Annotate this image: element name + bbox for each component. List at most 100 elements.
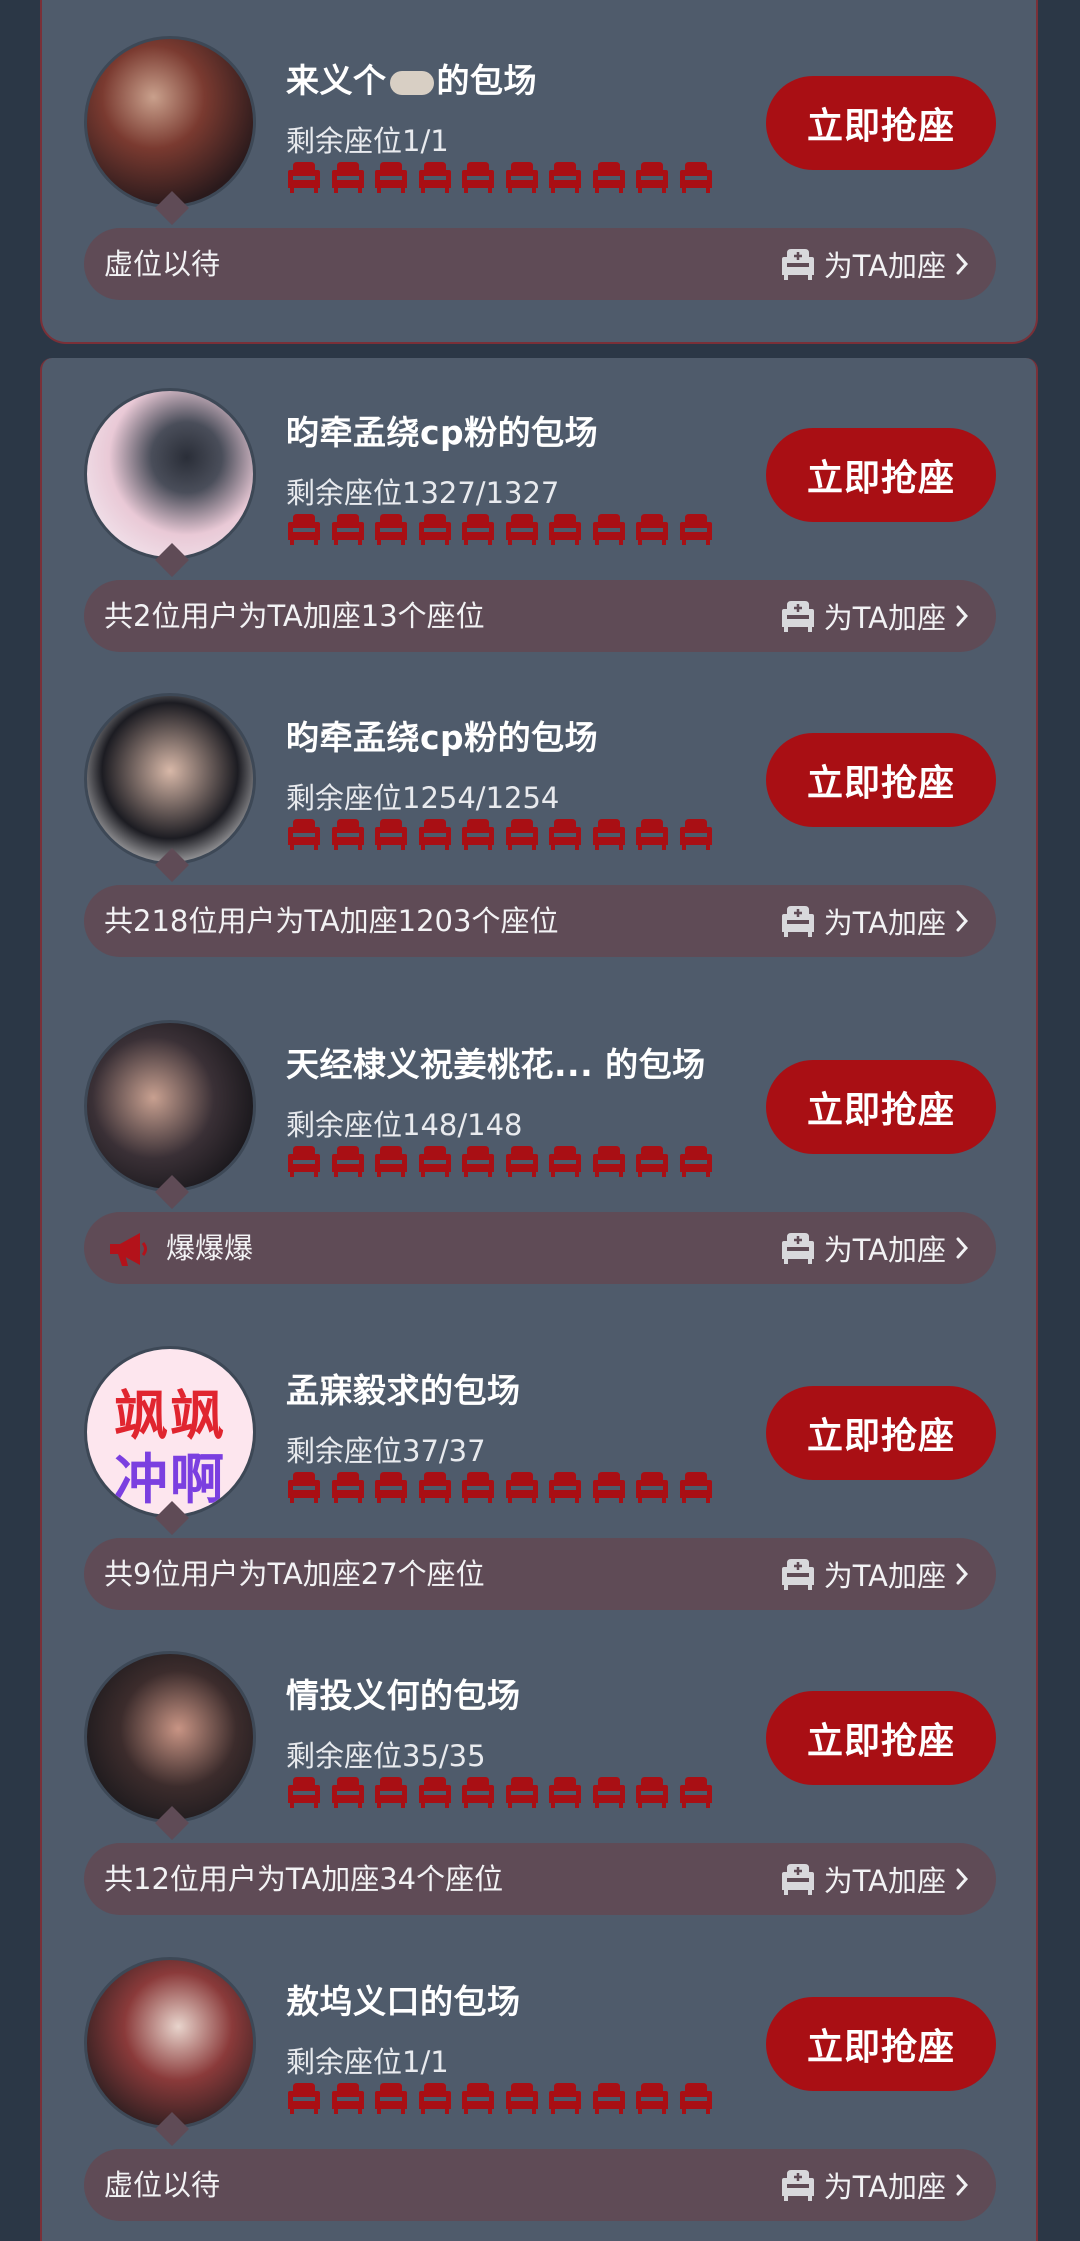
seat-row <box>286 1144 714 1180</box>
sofa-plus-icon <box>781 906 814 937</box>
dumpling-emoji-icon <box>389 70 434 95</box>
avatar[interactable]: 飒飒 冲啊 <box>84 1346 256 1518</box>
bar-text: 共218位用户为TA加座1203个座位 <box>104 904 559 938</box>
bar-text: 虚位以待 <box>104 247 221 281</box>
seat-icon <box>373 1470 409 1504</box>
add-seat-label: 为TA加座 <box>823 249 946 283</box>
remaining-seats: 剩余座位1/1 <box>286 2045 449 2079</box>
grab-seat-button[interactable]: 立即抢座 <box>766 1691 996 1785</box>
grab-seat-button[interactable]: 立即抢座 <box>766 1386 996 1480</box>
seat-icon <box>547 1470 583 1504</box>
seat-icon <box>286 160 322 194</box>
add-seat-button[interactable]: 为TA加座 <box>780 580 970 652</box>
info-bar[interactable]: 共9位用户为TA加座27个座位 为TA加座 <box>84 1538 996 1610</box>
sofa-plus-icon <box>781 1233 814 1264</box>
seat-icon <box>373 160 409 194</box>
room-title: 昀牵孟绕cp粉的包场 <box>286 718 599 757</box>
room-title: 孟寐毅求的包场 <box>286 1371 521 1410</box>
avatar[interactable] <box>84 1651 256 1823</box>
seat-icon <box>591 160 627 194</box>
avatar[interactable] <box>84 388 256 560</box>
info-bar[interactable]: 共2位用户为TA加座13个座位 为TA加座 <box>84 580 996 652</box>
add-seat-button[interactable]: 为TA加座 <box>780 228 970 300</box>
seat-icon <box>417 1470 453 1504</box>
add-seat-button[interactable]: 为TA加座 <box>780 1843 970 1915</box>
seat-icon <box>460 1144 496 1178</box>
seat-icon <box>460 1470 496 1504</box>
seat-icon <box>591 512 627 546</box>
seat-icon <box>678 2081 714 2115</box>
seat-icon <box>330 1144 366 1178</box>
add-seat-button[interactable]: 为TA加座 <box>780 2149 970 2221</box>
seat-icon <box>373 1144 409 1178</box>
chevron-right-icon <box>956 1563 969 1585</box>
seat-icon <box>547 1144 583 1178</box>
sofa-plus-icon <box>781 1559 814 1590</box>
seat-row <box>286 817 714 853</box>
room-title: 来义个 的包场 <box>286 61 537 100</box>
add-seat-button[interactable]: 为TA加座 <box>780 1538 970 1610</box>
seat-icon <box>373 512 409 546</box>
seat-icon <box>417 1775 453 1809</box>
seat-icon <box>678 1144 714 1178</box>
seat-icon <box>547 512 583 546</box>
seat-icon <box>634 512 670 546</box>
seat-icon <box>634 160 670 194</box>
megaphone-icon <box>110 1233 147 1266</box>
info-bar[interactable]: 共12位用户为TA加座34个座位 为TA加座 <box>84 1843 996 1915</box>
avatar-text-top: 飒飒 <box>114 1384 226 1447</box>
remaining-seats: 剩余座位1327/1327 <box>286 476 560 510</box>
seat-row <box>286 160 714 196</box>
info-bar[interactable]: 爆爆爆 为TA加座 <box>84 1212 996 1284</box>
info-bar[interactable]: 共218位用户为TA加座1203个座位 为TA加座 <box>84 885 996 957</box>
seat-icon <box>460 817 496 851</box>
grab-seat-button[interactable]: 立即抢座 <box>766 1060 996 1154</box>
grab-seat-button[interactable]: 立即抢座 <box>766 76 996 170</box>
remaining-seats: 剩余座位35/35 <box>286 1739 486 1773</box>
avatar[interactable] <box>84 1957 256 2129</box>
remaining-seats: 剩余座位1254/1254 <box>286 781 560 815</box>
add-seat-label: 为TA加座 <box>823 1559 946 1593</box>
chevron-right-icon <box>956 253 969 275</box>
grab-seat-button[interactable]: 立即抢座 <box>766 733 996 827</box>
avatar[interactable] <box>84 693 256 865</box>
room-title: 天经棣义祝姜桃花... 的包场 <box>286 1045 706 1084</box>
info-bar[interactable]: 虚位以待 为TA加座 <box>84 228 996 300</box>
seat-icon <box>460 1775 496 1809</box>
seat-icon <box>286 1144 322 1178</box>
add-seat-label: 为TA加座 <box>823 1233 946 1267</box>
seat-icon <box>417 1144 453 1178</box>
seat-icon <box>330 1470 366 1504</box>
add-seat-label: 为TA加座 <box>823 1864 946 1898</box>
seat-icon <box>286 512 322 546</box>
seat-row <box>286 512 714 548</box>
seat-row <box>286 1775 714 1811</box>
seat-icon <box>547 2081 583 2115</box>
avatar[interactable] <box>84 36 256 208</box>
seat-icon <box>286 2081 322 2115</box>
seat-icon <box>547 1775 583 1809</box>
grab-seat-button[interactable]: 立即抢座 <box>766 428 996 522</box>
info-bar[interactable]: 虚位以待 为TA加座 <box>84 2149 996 2221</box>
sofa-plus-icon <box>781 601 814 632</box>
seat-icon <box>634 1775 670 1809</box>
sofa-plus-icon <box>781 1864 814 1895</box>
bar-text: 爆爆爆 <box>166 1231 254 1265</box>
grab-seat-button[interactable]: 立即抢座 <box>766 1997 996 2091</box>
add-seat-button[interactable]: 为TA加座 <box>780 1212 970 1284</box>
seat-icon <box>634 1470 670 1504</box>
add-seat-button[interactable]: 为TA加座 <box>780 885 970 957</box>
add-seat-label: 为TA加座 <box>823 601 946 635</box>
seat-icon <box>504 1470 540 1504</box>
seat-icon <box>373 2081 409 2115</box>
seat-icon <box>373 817 409 851</box>
avatar[interactable] <box>84 1020 256 1192</box>
seat-icon <box>678 160 714 194</box>
seat-icon <box>330 1775 366 1809</box>
seat-icon <box>634 2081 670 2115</box>
bar-text: 共9位用户为TA加座27个座位 <box>104 1557 485 1591</box>
seat-icon <box>330 2081 366 2115</box>
seat-icon <box>504 1144 540 1178</box>
seat-icon <box>460 512 496 546</box>
bar-text: 共2位用户为TA加座13个座位 <box>104 599 485 633</box>
